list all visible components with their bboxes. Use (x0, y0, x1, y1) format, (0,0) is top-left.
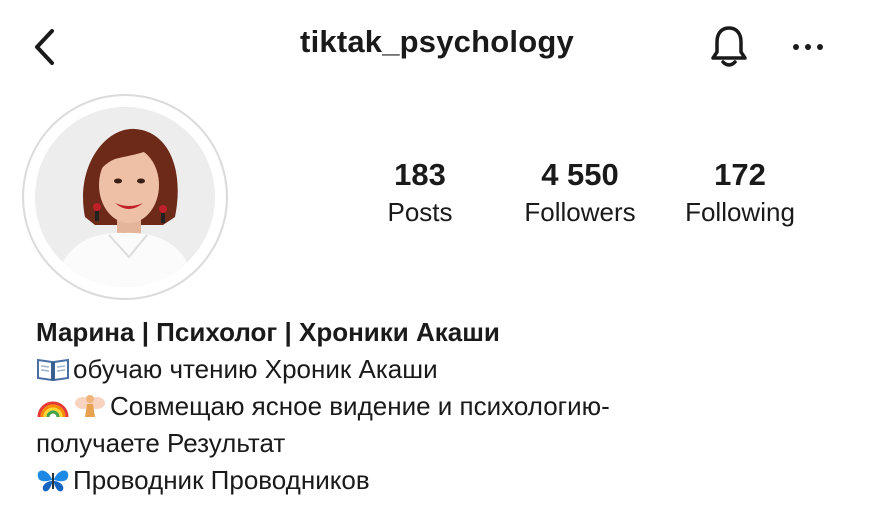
more-dot (805, 44, 811, 50)
posts-label: Posts (387, 197, 453, 227)
following-count: 172 (714, 157, 766, 192)
back-button[interactable] (28, 29, 62, 65)
rainbow-icon (37, 401, 69, 418)
more-dot (817, 44, 823, 50)
bio-text: обучаю чтению Хроник Акаши (73, 354, 438, 384)
followers-stat[interactable]: 4 550 Followers (500, 156, 660, 230)
butterfly-icon (37, 470, 69, 492)
profile-bio: Марина | Психолог | Хроники Акаши обучаю… (36, 314, 836, 499)
more-options-button[interactable] (786, 34, 830, 60)
bio-line: Проводник Проводников (36, 462, 836, 499)
posts-count: 183 (394, 157, 446, 192)
profile-photo (35, 107, 215, 287)
bio-text: Совмещаю ясное видение и психологию- (110, 391, 610, 421)
bio-line: Совмещаю ясное видение и психологию- (36, 388, 836, 425)
following-label: Following (685, 197, 795, 227)
fairy-icon (75, 395, 105, 417)
followers-count: 4 550 (541, 157, 619, 192)
profile-stats: 183 Posts 4 550 Followers 172 Following (340, 156, 820, 230)
bell-icon (711, 26, 747, 67)
chevron-left-icon (35, 29, 54, 65)
more-horizontal-icon (793, 44, 799, 50)
following-stat[interactable]: 172 Following (660, 156, 820, 230)
followers-label: Followers (524, 197, 636, 227)
notifications-button[interactable] (706, 22, 752, 72)
bio-line: получаете Результат (36, 428, 286, 458)
avatar[interactable] (22, 94, 228, 300)
bio-text: Проводник Проводников (73, 465, 370, 495)
posts-stat[interactable]: 183 Posts (340, 156, 500, 230)
bio-name: Марина | Психолог | Хроники Акаши (36, 317, 500, 347)
open-book-icon (37, 358, 69, 382)
bio-line: обучаю чтению Хроник Акаши (36, 351, 836, 388)
